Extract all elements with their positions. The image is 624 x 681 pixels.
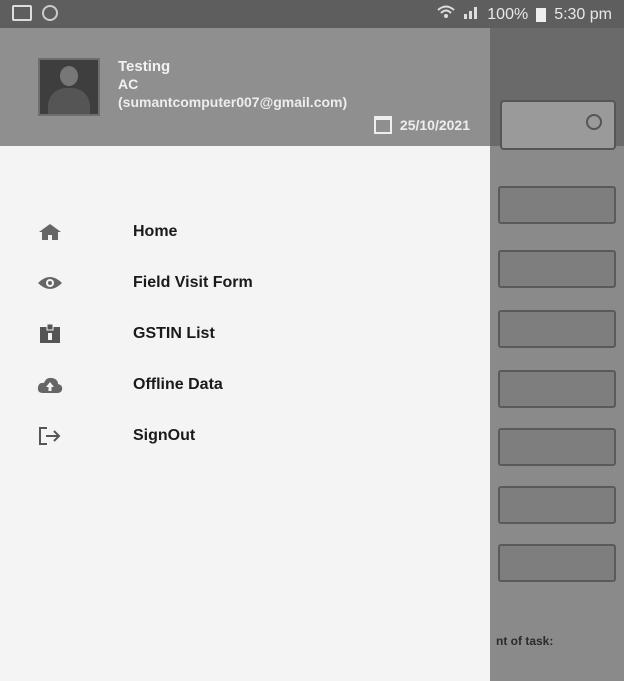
menu-item-label: Field Visit Form [133, 273, 253, 291]
avatar [38, 58, 100, 116]
signal-icon [463, 5, 479, 24]
eye-icon [36, 272, 64, 294]
cloud-upload-icon [36, 374, 64, 396]
wifi-icon [437, 5, 455, 24]
background-search-box [500, 100, 616, 150]
search-icon [586, 114, 602, 130]
user-name: Testing [118, 58, 171, 75]
menu-item-home[interactable]: Home [0, 206, 490, 257]
sync-notification-icon [42, 5, 58, 21]
menu-item-field-visit-form[interactable]: Field Visit Form [0, 257, 490, 308]
menu-item-label: Home [133, 222, 178, 240]
clock: 5:30 pm [554, 5, 612, 23]
background-field [498, 370, 616, 408]
status-bar: 100% 5:30 pm [0, 0, 624, 28]
status-right: 100% 5:30 pm [437, 5, 612, 24]
drawer-header: Testing AC (sumantcomputer007@gmail.com)… [0, 28, 490, 146]
background-field [498, 428, 616, 466]
date-display: 25/10/2021 [373, 116, 470, 134]
background-field [498, 186, 616, 224]
background-app-bar [490, 28, 624, 150]
date-text: 25/10/2021 [399, 117, 470, 133]
background-field [498, 544, 616, 582]
background-field [498, 310, 616, 348]
calendar-icon [373, 116, 392, 134]
battery-level: 100% [487, 5, 529, 23]
drawer-menu: Home Field Visit Form GSTIN List Offline… [0, 206, 490, 461]
badge-icon [36, 323, 64, 345]
background-field [498, 250, 616, 288]
user-email: (sumantcomputer007@gmail.com) [118, 94, 348, 110]
status-left-icons [12, 5, 58, 21]
menu-item-signout[interactable]: SignOut [0, 410, 490, 461]
image-notification-icon [12, 5, 32, 21]
signout-icon [36, 425, 64, 447]
user-role: AC [118, 76, 139, 92]
menu-item-offline-data[interactable]: Offline Data [0, 359, 490, 410]
menu-item-label: SignOut [133, 426, 196, 444]
menu-item-label: Offline Data [133, 375, 223, 393]
menu-item-gstin-list[interactable]: GSTIN List [0, 308, 490, 359]
background-label: nt of task: [496, 634, 554, 648]
menu-item-label: GSTIN List [133, 324, 215, 342]
background-app-scrim[interactable]: nt of task: [490, 28, 624, 681]
navigation-drawer: Testing AC (sumantcomputer007@gmail.com)… [0, 28, 490, 681]
home-icon [36, 221, 64, 243]
battery-icon [536, 7, 547, 22]
background-field [498, 486, 616, 524]
